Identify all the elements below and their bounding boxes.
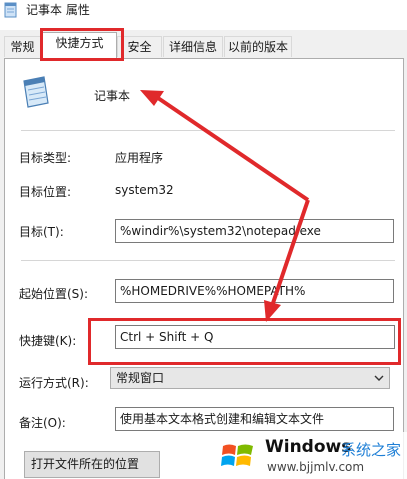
tab-strip: 常规 快捷方式 安全 详细信息 以前的版本 xyxy=(0,30,407,58)
target-label: 目标(T): xyxy=(19,225,64,239)
watermark: Windows 系统之家 www.bjjmlv.com xyxy=(215,432,407,479)
run-label: 运行方式(R): xyxy=(19,376,89,390)
tab-general[interactable]: 常规 xyxy=(4,36,41,57)
tab-shortcut[interactable]: 快捷方式 xyxy=(42,32,117,58)
run-mode-select[interactable]: 常规窗口 xyxy=(110,367,390,389)
watermark-site-name: 系统之家 xyxy=(341,441,402,459)
hotkey-label: 快捷键(K): xyxy=(19,334,77,348)
separator xyxy=(21,260,395,261)
target-type-label: 目标类型: xyxy=(19,151,72,165)
windows-logo-icon xyxy=(221,444,253,466)
comment-label: 备注(O): xyxy=(19,416,66,430)
chevron-down-icon xyxy=(374,375,384,381)
watermark-url: www.bjjmlv.com xyxy=(267,460,365,474)
hotkey-highlight-box xyxy=(88,318,401,365)
tab-previous-versions[interactable]: 以前的版本 xyxy=(224,36,292,57)
target-location-label: 目标位置: xyxy=(19,185,72,199)
comment-input[interactable]: 使用基本文本格式创建和编辑文本文件 xyxy=(115,407,394,431)
open-file-location-button[interactable]: 打开文件所在的位置 xyxy=(24,451,160,478)
target-input[interactable]: %windir%\system32\notepad.exe xyxy=(115,219,394,243)
tab-details[interactable]: 详细信息 xyxy=(163,36,223,57)
notepad-icon xyxy=(4,2,17,18)
start-in-input[interactable]: %HOMEDRIVE%%HOMEPATH% xyxy=(115,279,394,303)
window-title: 记事本 属性 xyxy=(26,3,90,17)
start-in-label: 起始位置(S): xyxy=(19,287,89,301)
title-bar: 记事本 属性 xyxy=(0,0,407,30)
tab-security[interactable]: 安全 xyxy=(117,36,162,57)
shortcut-name: 记事本 xyxy=(94,89,131,103)
notepad-large-icon xyxy=(23,76,49,108)
watermark-brand: Windows xyxy=(265,437,352,457)
run-mode-value: 常规窗口 xyxy=(116,371,165,385)
target-location-value: system32 xyxy=(115,183,174,197)
target-type-value: 应用程序 xyxy=(115,151,164,165)
separator xyxy=(21,130,395,131)
shortcut-panel: 记事本 目标类型: 应用程序 目标位置: system32 目标(T): %wi… xyxy=(4,58,404,479)
